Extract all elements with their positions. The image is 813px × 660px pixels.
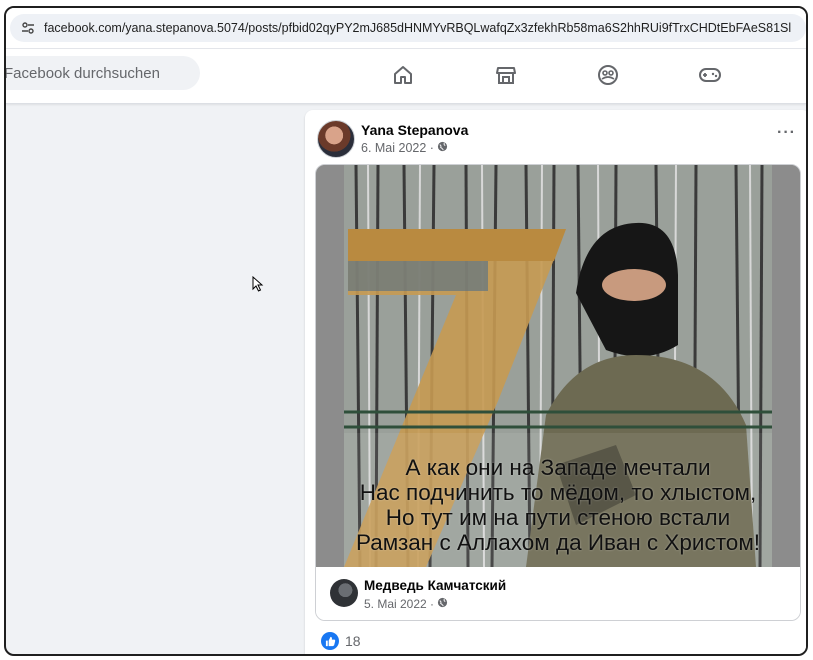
- facebook-top-nav: [6, 49, 806, 104]
- shared-post-date[interactable]: 5. Mai 2022 ·: [364, 597, 448, 611]
- shared-post-date-text[interactable]: 5. Mai 2022 ·: [364, 597, 434, 611]
- post-image[interactable]: А как они на Западе мечтали Нас подчинит…: [316, 165, 800, 567]
- image-caption: А как они на Западе мечтали Нас подчинит…: [344, 455, 772, 555]
- marketplace-icon[interactable]: [492, 61, 520, 89]
- globe-icon: [437, 597, 448, 611]
- globe-icon: [437, 141, 448, 155]
- site-settings-icon[interactable]: [20, 20, 36, 36]
- image-text-line: А как они на Западе мечтали: [405, 455, 711, 480]
- like-count: 18: [345, 633, 361, 649]
- search-input[interactable]: [6, 56, 200, 90]
- mouse-cursor-icon: [252, 275, 264, 297]
- image-text-line: Рамзан с Аллахом да Иван с Христом!: [355, 530, 761, 555]
- address-bar: facebook.com/yana.stepanova.5074/posts/p…: [6, 8, 806, 49]
- gaming-icon[interactable]: [696, 61, 724, 89]
- image-text-line: Но тут им на пути стеною встали: [385, 505, 731, 530]
- post-date[interactable]: 6. Mai 2022 ·: [361, 141, 448, 155]
- reactions-summary[interactable]: 18: [321, 632, 361, 650]
- avatar[interactable]: [317, 120, 355, 158]
- shared-post-author[interactable]: Медведь Камчатский: [364, 578, 506, 593]
- url-text[interactable]: facebook.com/yana.stepanova.5074/posts/p…: [44, 21, 791, 35]
- post-author[interactable]: Yana Stepanova: [361, 122, 468, 138]
- shared-post-header: Медведь Камчатский 5. Mai 2022 ·: [316, 567, 800, 620]
- image-text-line: Нас подчинить то мёдом, то хлыстом,: [359, 480, 757, 505]
- groups-icon[interactable]: [594, 61, 622, 89]
- shared-post[interactable]: А как они на Западе мечтали Нас подчинит…: [315, 164, 801, 621]
- more-options-button[interactable]: ···: [777, 124, 796, 142]
- like-icon: [321, 632, 339, 650]
- browser-window: facebook.com/yana.stepanova.5074/posts/p…: [4, 6, 808, 656]
- home-icon[interactable]: [389, 61, 417, 89]
- post-date-text[interactable]: 6. Mai 2022 ·: [361, 141, 434, 155]
- url-field[interactable]: facebook.com/yana.stepanova.5074/posts/p…: [10, 14, 806, 42]
- avatar[interactable]: [330, 579, 358, 607]
- post-card: Yana Stepanova 6. Mai 2022 · ··· А как о…: [305, 110, 806, 654]
